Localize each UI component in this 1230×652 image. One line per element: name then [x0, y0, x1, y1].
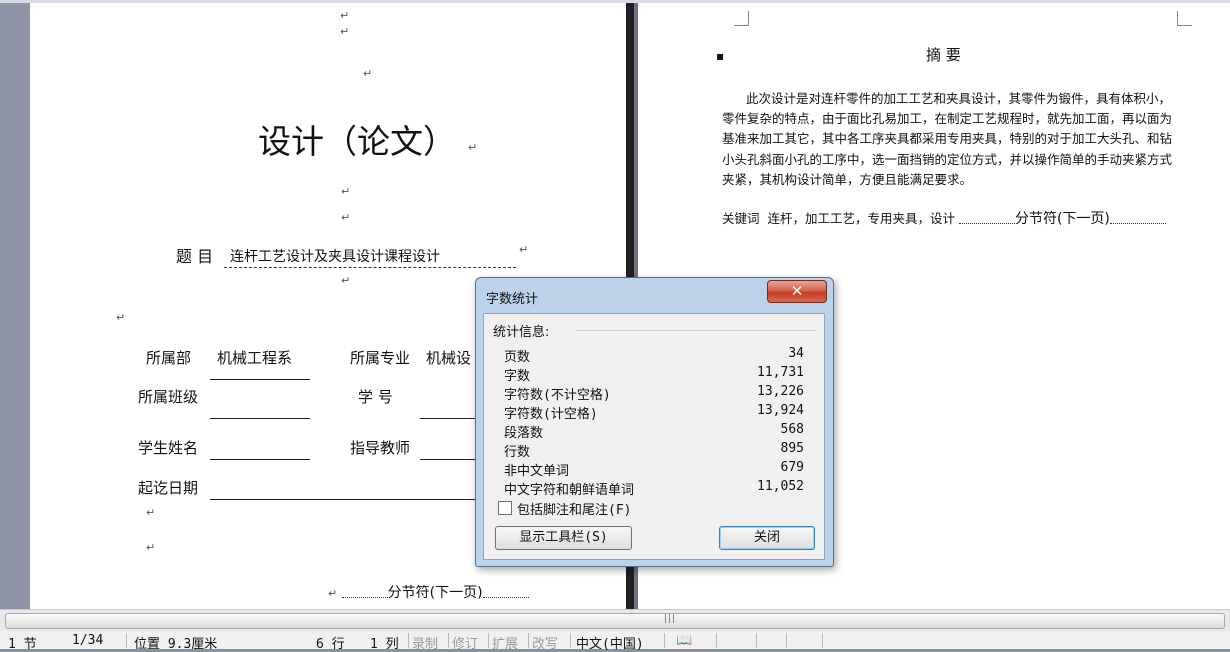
keywords-value: 连杆，加工工艺，专用夹具，设计 [767, 211, 955, 226]
include-footnotes-label[interactable]: 包括脚注和尾注(F) [517, 499, 631, 518]
keywords-label: 关键词 [722, 211, 760, 226]
statistics-group-label: 统计信息: [493, 325, 550, 340]
scrollbar-thumb[interactable] [5, 613, 1225, 629]
status-separator [488, 633, 489, 648]
status-separator [448, 633, 449, 648]
status-separator [716, 633, 717, 648]
show-toolbar-button[interactable]: 显示工具栏(S) [495, 526, 632, 550]
section-break-label: 分节符(下一页) [387, 585, 483, 601]
abstract-paragraph[interactable]: 此次设计是对连杆零件的加工工艺和夹具设计，其零件为锻件，具有体积小，零件复杂的特… [722, 89, 1176, 190]
stat-row: 字符数(不计空格) 13,226 [504, 384, 804, 403]
stat-row: 页数 34 [504, 346, 804, 365]
status-separator [664, 633, 665, 648]
left-gutter [0, 3, 30, 609]
status-separator [756, 633, 757, 648]
class-label: 所属班级 [138, 388, 199, 406]
margin-corner [1177, 11, 1192, 26]
para-mark: ↵ [146, 541, 156, 554]
status-line[interactable]: 6 行 [316, 633, 345, 652]
para-mark: ↵ [341, 211, 351, 224]
stat-row: 行数 895 [504, 441, 804, 460]
dotted-line [482, 589, 529, 598]
stat-row: 段落数 568 [504, 422, 804, 441]
status-extend[interactable]: 扩展 [492, 633, 518, 652]
status-revise[interactable]: 修订 [452, 633, 478, 652]
para-mark: ↵ [146, 506, 156, 519]
para-mark: ↵ [363, 67, 373, 80]
stat-row: 字数 11,731 [504, 365, 804, 384]
para-mark: ↵ [519, 243, 529, 256]
dialog-body: 统计信息: 页数 34 字数 11,731 字符数(不计空格) 13,226 字符数(… [483, 313, 825, 560]
abstract-heading: 摘 要 [926, 46, 961, 64]
status-record[interactable]: 录制 [412, 633, 438, 652]
include-footnotes-checkbox[interactable] [498, 501, 512, 515]
para-mark: ↵ [116, 311, 126, 324]
document-title: 设计（论文） [258, 122, 456, 161]
date-label: 起讫日期 [138, 479, 199, 497]
status-separator [822, 633, 823, 648]
student-name-underline[interactable] [210, 459, 310, 460]
word-count-dialog: 字数统计 ✕ 统计信息: 页数 34 字数 11,731 字符数(不计空格) 13,2… [475, 277, 834, 567]
para-mark: ↵ [468, 141, 478, 154]
horizontal-scrollbar[interactable]: ||| [0, 609, 1230, 632]
status-separator [528, 633, 529, 648]
student-no-underline[interactable] [420, 418, 476, 419]
advisor-underline[interactable] [420, 459, 476, 460]
bullet-mark: ▪ [716, 49, 725, 63]
status-column[interactable]: 1 列 [370, 633, 399, 652]
status-bar: 1 节 1/34 位置 9.3厘米 6 行 1 列 录制 修订 扩展 改写 中文… [0, 631, 1230, 652]
para-mark: ↵ [341, 185, 351, 198]
spellcheck-icon[interactable]: 📖 [676, 633, 692, 649]
status-separator [786, 633, 787, 648]
status-separator [408, 633, 409, 648]
keywords-line[interactable]: 关键词 连杆，加工工艺，专用夹具，设计 分节符(下一页) [722, 208, 1166, 228]
dept-value[interactable]: 机械工程系 [217, 347, 292, 368]
para-mark: ↵ [340, 25, 350, 38]
dotted-line [341, 589, 388, 598]
student-no-label: 学 号 [358, 388, 393, 406]
para-mark: ↵ [328, 587, 338, 600]
para-mark: ↵ [340, 9, 350, 22]
advisor-label: 指导教师 [350, 439, 411, 457]
dialog-title: 字数统计 [486, 292, 539, 307]
section-break-label: 分节符(下一页) [1014, 211, 1110, 227]
stat-row: 中文字符和朝鲜语单词 11,052 [504, 479, 804, 498]
dotted-line [1109, 215, 1166, 224]
status-separator [570, 633, 571, 648]
topic-value[interactable]: 连杆工艺设计及夹具设计课程设计 [230, 246, 440, 266]
dotted-line [958, 215, 1015, 224]
grip-icon: ||| [664, 614, 677, 624]
close-icon[interactable]: ✕ [767, 280, 827, 303]
status-page[interactable]: 1/34 [72, 633, 103, 649]
date-underline[interactable] [210, 499, 476, 500]
major-value[interactable]: 机械设 [426, 347, 471, 368]
status-section[interactable]: 1 节 [8, 633, 37, 652]
major-label: 所属专业 [350, 349, 411, 367]
abstract-text: 此次设计是对连杆零件的加工工艺和夹具设计，其零件为锻件，具有体积小，零件复杂的特… [722, 91, 1173, 187]
topic-label: 题 目 [176, 247, 214, 266]
class-underline[interactable] [210, 418, 310, 419]
section-break: ↵ 分节符(下一页) [328, 582, 529, 602]
status-separator [126, 633, 127, 648]
group-divider [576, 330, 816, 331]
dept-underline [210, 379, 310, 380]
student-name-label: 学生姓名 [138, 439, 199, 457]
stat-row: 非中文单词 679 [504, 460, 804, 479]
para-mark: ↵ [341, 274, 351, 287]
status-language[interactable]: 中文(中国) [576, 633, 644, 652]
topic-underline [224, 267, 516, 268]
status-overwrite[interactable]: 改写 [532, 633, 558, 652]
status-position[interactable]: 位置 9.3厘米 [134, 633, 217, 652]
dept-label: 所属部 [146, 349, 192, 367]
stat-row: 字符数(计空格) 13,924 [504, 403, 804, 422]
margin-corner [734, 11, 749, 26]
close-button[interactable]: 关闭 [719, 526, 815, 550]
